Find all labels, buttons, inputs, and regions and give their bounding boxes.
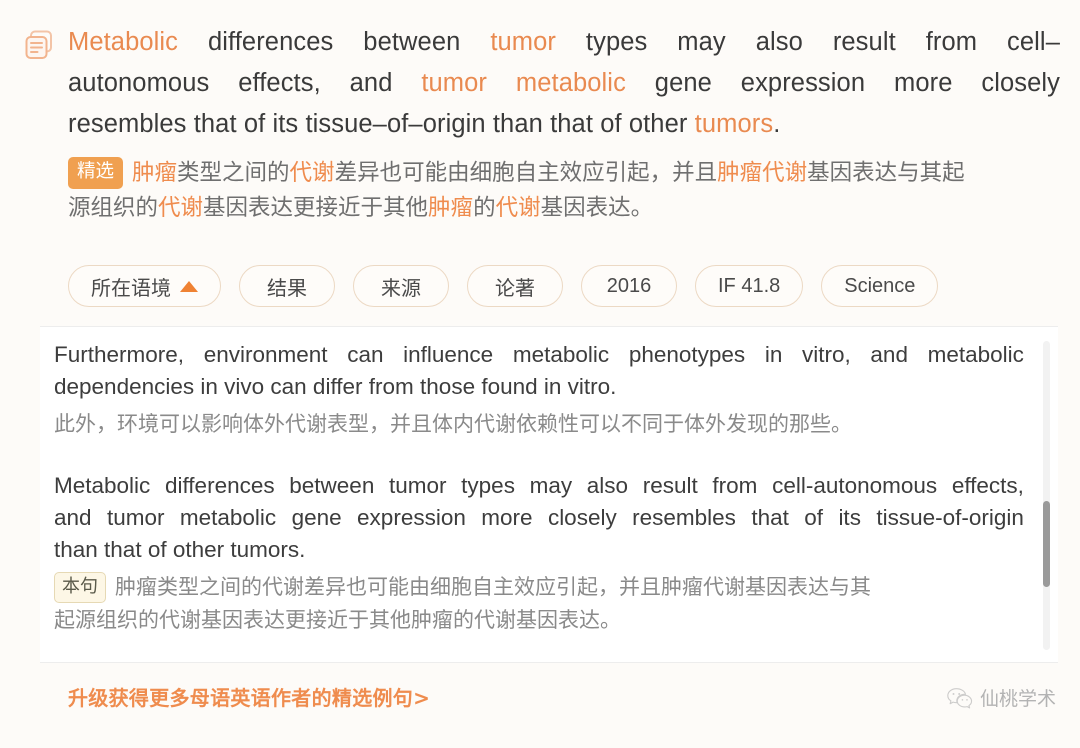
context-panel[interactable]: Furthermore, environment can influence metab… [40, 326, 1058, 663]
current-sentence-badge: 本句 [54, 572, 106, 603]
sentence-card: Metabolic differences between tumor types may… [0, 0, 1080, 748]
wechat-icon [947, 687, 973, 708]
tag-pill-source[interactable]: 来源 [353, 265, 449, 307]
tag-pill-label: 论著 [495, 275, 535, 300]
featured-badge: 精选 [68, 157, 124, 189]
tag-pill-year[interactable]: 2016 [581, 265, 677, 307]
context-p2-zh-text: 肿瘤类型之间的代谢差异也可能由细胞自主效应引起，并且肿瘤代谢基因表达与其 [115, 575, 871, 599]
watermark-label: 仙桃学术 [979, 688, 1056, 710]
tag-pill-label: 2016 [606, 274, 652, 297]
context-paragraph-1-english: Furthermore, environment can influence metab… [54, 339, 1024, 403]
context-p2-zh-line-1: 本句 肿瘤类型之间的代谢差异也可能由细胞自主效应引起，并且肿瘤代谢基因表达与其 [54, 571, 1024, 604]
featured-english-sentence: Metabolic differences between tumor types may… [22, 22, 1060, 145]
featured-chinese-line-1: 精选 肿瘤类型之间的代谢差异也可能由细胞自主效应引起，并且肿瘤代谢基因表达与其起 [68, 156, 1060, 191]
tag-pill-context[interactable]: 所在语境 [68, 265, 221, 307]
tag-pill-label: 结果 [267, 275, 307, 300]
context-paragraph-2-english: Metabolic differences between tumor types may… [54, 470, 1024, 566]
watermark: 仙桃学术 [947, 684, 1056, 711]
context-p2-en-line-1: Metabolic differences between tumor types may… [54, 473, 1024, 498]
tag-pill-article-type[interactable]: 论著 [467, 265, 563, 307]
documents-stack-icon [25, 30, 52, 59]
tag-pill-row: 所在语境 结果 来源 论著 2016 IF 41.8 Science [68, 265, 939, 307]
highlight-term: metabolic [515, 69, 626, 97]
highlight-term: Metabolic [68, 28, 179, 56]
triangle-up-icon [180, 280, 198, 292]
featured-chinese-line-2: 源组织的代谢基因表达更接近于其他肿瘤的代谢基因表达。 [68, 195, 654, 221]
featured-chinese-translation: 精选 肿瘤类型之间的代谢差异也可能由细胞自主效应引起，并且肿瘤代谢基因表达与其起 … [22, 156, 1060, 226]
highlight-term: 代谢 [289, 160, 335, 186]
highlight-term: tumor [490, 28, 556, 56]
tag-pill-label: IF 41.8 [718, 274, 781, 297]
highlight-term: 代谢 [158, 195, 204, 221]
context-p2-en-line-3: than that of other tumors. [54, 537, 306, 562]
context-panel-content: Furthermore, environment can influence metab… [40, 327, 1058, 637]
featured-sentence-block: Metabolic differences between tumor types may… [22, 22, 1060, 226]
highlight-term: tumor [421, 69, 488, 97]
context-paragraph-1-chinese: 此外，环境可以影响体外代谢表型，并且体内代谢依赖性可以不同于体外发现的那些。 [54, 408, 1024, 441]
tag-pill-label: 来源 [381, 275, 421, 300]
context-p2-zh-line-2: 起源组织的代谢基因表达更接近于其他肿瘤的代谢基因表达。 [54, 608, 621, 632]
context-paragraph-2-chinese: 本句 肿瘤类型之间的代谢差异也可能由细胞自主效应引起，并且肿瘤代谢基因表达与其 起… [54, 571, 1024, 637]
featured-english-line-2: autonomous effects, and tumor metabolic gene e… [68, 63, 1060, 104]
context-p1-en-line-2: dependencies in vivo can differ from tho… [54, 374, 617, 399]
tag-pill-label: Science [844, 274, 916, 297]
context-p2-en-line-2: and tumor metabolic gene expression more close… [54, 505, 1024, 530]
tag-pill-label: 所在语境 [91, 275, 171, 300]
scrollbar-thumb[interactable] [1043, 501, 1050, 587]
highlight-term: tumors [694, 110, 774, 138]
featured-english-line-3: resembles that of its tissue–of–origin t… [68, 110, 781, 138]
context-p1-zh-line-1: 此外，环境可以影响体外代谢表型，并且体内代谢依赖性可以不同于体外发现的那些。 [54, 412, 852, 436]
tag-pill-journal[interactable]: Science [821, 265, 939, 307]
highlight-term: 代谢 [495, 195, 541, 221]
tag-pill-impact-factor[interactable]: IF 41.8 [695, 265, 804, 307]
featured-english-line-1: Metabolic differences between tumor types may… [68, 22, 1060, 63]
highlight-term: 肿瘤 [132, 160, 178, 186]
upgrade-link[interactable]: 升级获得更多母语英语作者的精选例句> [68, 682, 430, 711]
tag-pill-results[interactable]: 结果 [239, 265, 335, 307]
vertical-scrollbar[interactable] [1043, 341, 1050, 650]
context-p1-en-line-1: Furthermore, environment can influence metab… [54, 342, 1024, 367]
highlight-term: 肿瘤 [428, 195, 474, 221]
highlight-term: 肿瘤代谢 [717, 160, 808, 186]
